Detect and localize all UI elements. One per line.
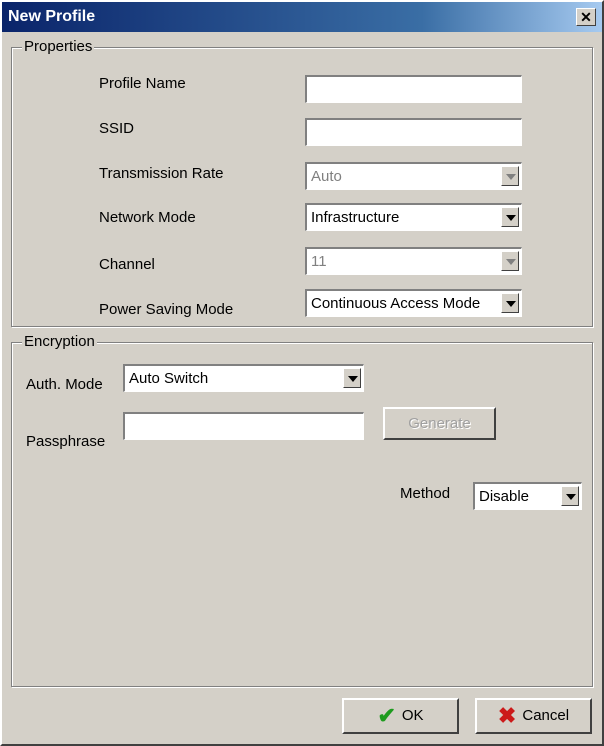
channel-select: 11 (305, 247, 522, 275)
ssid-input[interactable] (305, 118, 522, 146)
power-saving-mode-label: Power Saving Mode (99, 301, 234, 318)
transmission-rate-label: Transmission Rate (99, 165, 224, 182)
ssid-label: SSID (99, 120, 135, 137)
power-saving-mode-select[interactable]: Continuous Access Mode (305, 289, 522, 317)
title-bar[interactable]: New Profile ✕ (2, 2, 602, 32)
method-label: Method (400, 485, 451, 502)
auth-mode-value: Auto Switch (129, 370, 209, 387)
new-profile-dialog: New Profile ✕ Properties Profile Name SS… (0, 0, 604, 746)
channel-label: Channel (99, 256, 155, 273)
checkmark-icon: ✔ (377, 703, 396, 729)
properties-group-label: Properties (22, 38, 95, 55)
x-icon: ✖ (497, 703, 517, 729)
chevron-down-icon[interactable] (343, 368, 361, 388)
chevron-down-icon (501, 251, 519, 271)
generate-button: Generate (383, 407, 496, 440)
chevron-down-icon[interactable] (501, 293, 519, 313)
passphrase-input[interactable] (123, 412, 364, 440)
cancel-button[interactable]: ✖ Cancel (475, 698, 592, 734)
chevron-down-icon[interactable] (501, 207, 519, 227)
encryption-group-label: Encryption (22, 333, 97, 350)
close-icon: ✕ (580, 9, 592, 25)
encryption-group: Encryption (11, 333, 593, 687)
window-title: New Profile (8, 8, 96, 25)
network-mode-select[interactable]: Infrastructure (305, 203, 522, 231)
chevron-down-icon[interactable] (561, 486, 579, 506)
method-select[interactable]: Disable (473, 482, 582, 510)
chevron-down-icon (501, 166, 519, 186)
cancel-label: Cancel (522, 707, 570, 725)
method-value: Disable (479, 488, 530, 505)
close-button[interactable]: ✕ (576, 8, 596, 26)
auth-mode-select[interactable]: Auto Switch (123, 364, 364, 392)
network-mode-value: Infrastructure (311, 209, 400, 226)
ok-button[interactable]: ✔ OK (342, 698, 459, 734)
ok-label: OK (401, 707, 424, 725)
transmission-rate-select: Auto (305, 162, 522, 190)
transmission-rate-value: Auto (311, 168, 342, 185)
channel-value: 11 (311, 253, 327, 270)
passphrase-label: Passphrase (26, 433, 106, 450)
auth-mode-label: Auth. Mode (26, 376, 103, 393)
network-mode-label: Network Mode (99, 209, 196, 226)
profile-name-input[interactable] (305, 75, 522, 103)
profile-name-label: Profile Name (99, 75, 186, 92)
power-saving-mode-value: Continuous Access Mode (311, 295, 481, 312)
